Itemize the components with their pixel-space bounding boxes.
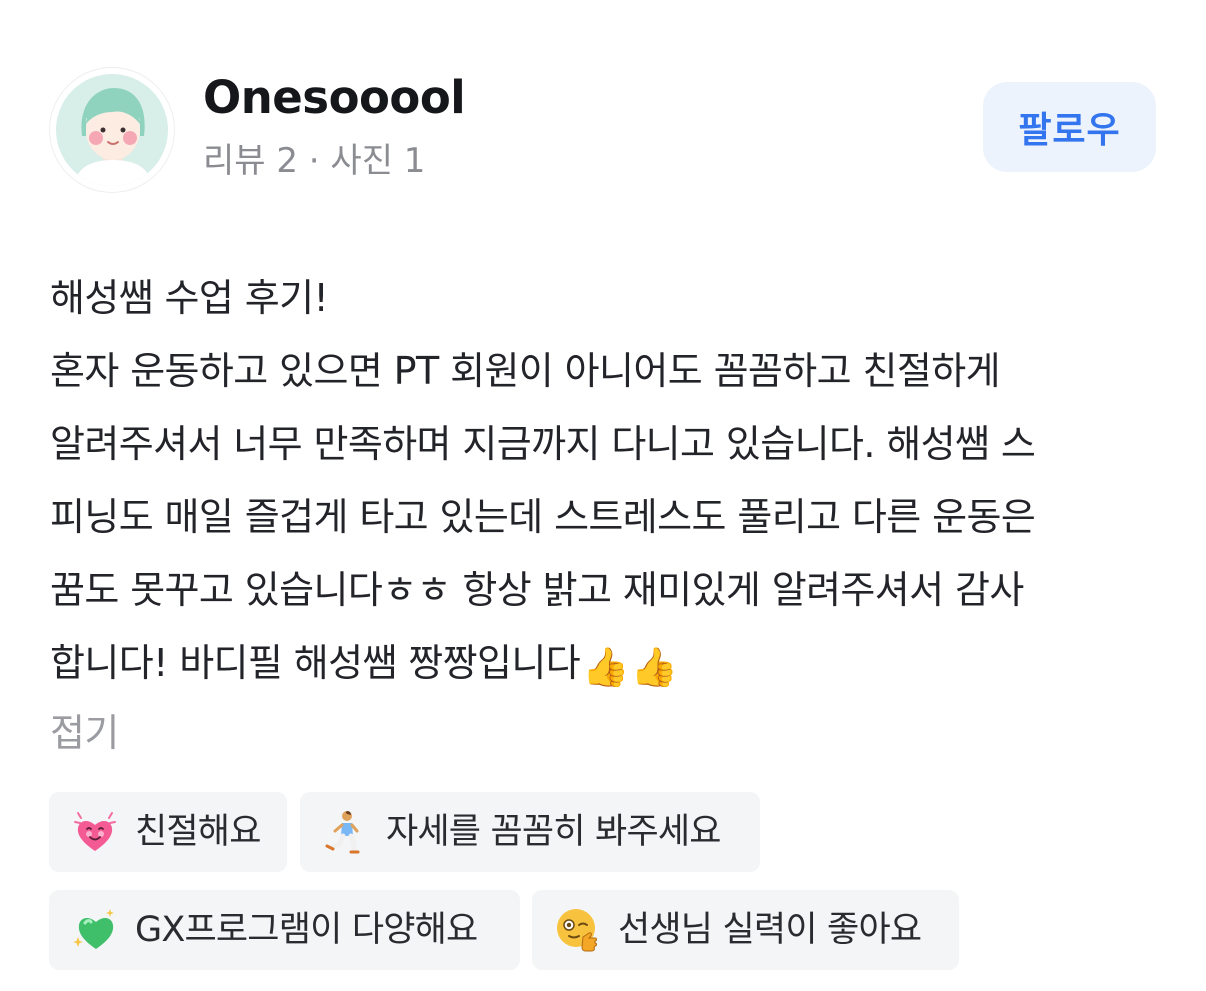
- tag-chip: GX프로그램이 다양해요: [49, 890, 520, 970]
- tag-label: GX프로그램이 다양해요: [135, 910, 478, 950]
- thumbs-up-icon: 👍: [630, 645, 678, 689]
- review-card: Onesooool 리뷰 2 · 사진 1 팔로우 해성쌤 수업 후기! 혼자 …: [0, 0, 1206, 991]
- tag-chip: 선생님 실력이 좋아요: [532, 890, 959, 970]
- tag-label: 친절해요: [135, 812, 261, 852]
- review-line: 꿈도 못꾸고 있습니다ㅎㅎ 항상 밝고 재미있게 알려주셔서 감사: [50, 568, 1024, 612]
- tag-label: 선생님 실력이 좋아요: [618, 910, 922, 950]
- review-text: 해성쌤 수업 후기! 혼자 운동하고 있으면 PT 회원이 아니어도 꼼꼼하고 …: [50, 262, 1170, 700]
- follow-button[interactable]: 팔로우: [983, 82, 1156, 172]
- pink-heart-face-icon: [71, 808, 119, 856]
- thumbs-up-icon: 👍: [582, 645, 629, 689]
- review-line: 알려주셔서 너무 만족하며 지금까지 다니고 있습니다. 해성쌤 스: [50, 422, 1036, 466]
- review-line: 혼자 운동하고 있으면 PT 회원이 아니어도 꼼꼼하고 친절하게: [50, 349, 1001, 393]
- tag-label: 자세를 꼼꼼히 봐주세요: [386, 812, 721, 852]
- winking-thumbs-face-icon: [554, 906, 602, 954]
- review-line: 피닝도 매일 즐겁게 타고 있는데 스트레스도 풀리고 다른 운동은: [50, 495, 1036, 539]
- avatar[interactable]: [50, 68, 174, 192]
- avatar-illustration-icon: [56, 74, 168, 186]
- fold-button[interactable]: 접기: [50, 703, 119, 763]
- username[interactable]: Onesooool: [203, 70, 466, 126]
- review-photo-stats: 리뷰 2 · 사진 1: [203, 141, 426, 181]
- tag-chip: 자세를 꼼꼼히 봐주세요: [300, 792, 760, 872]
- review-line-last: 합니다! 바디필 해성쌤 짱짱입니다👍👍: [50, 627, 1170, 700]
- review-line: 합니다! 바디필 해성쌤 짱짱입니다: [50, 641, 581, 685]
- kneeling-person-icon: [322, 808, 370, 856]
- review-line: 해성쌤 수업 후기!: [50, 276, 329, 320]
- tag-chip: 친절해요: [49, 792, 287, 872]
- sparkling-green-heart-icon: [71, 906, 119, 954]
